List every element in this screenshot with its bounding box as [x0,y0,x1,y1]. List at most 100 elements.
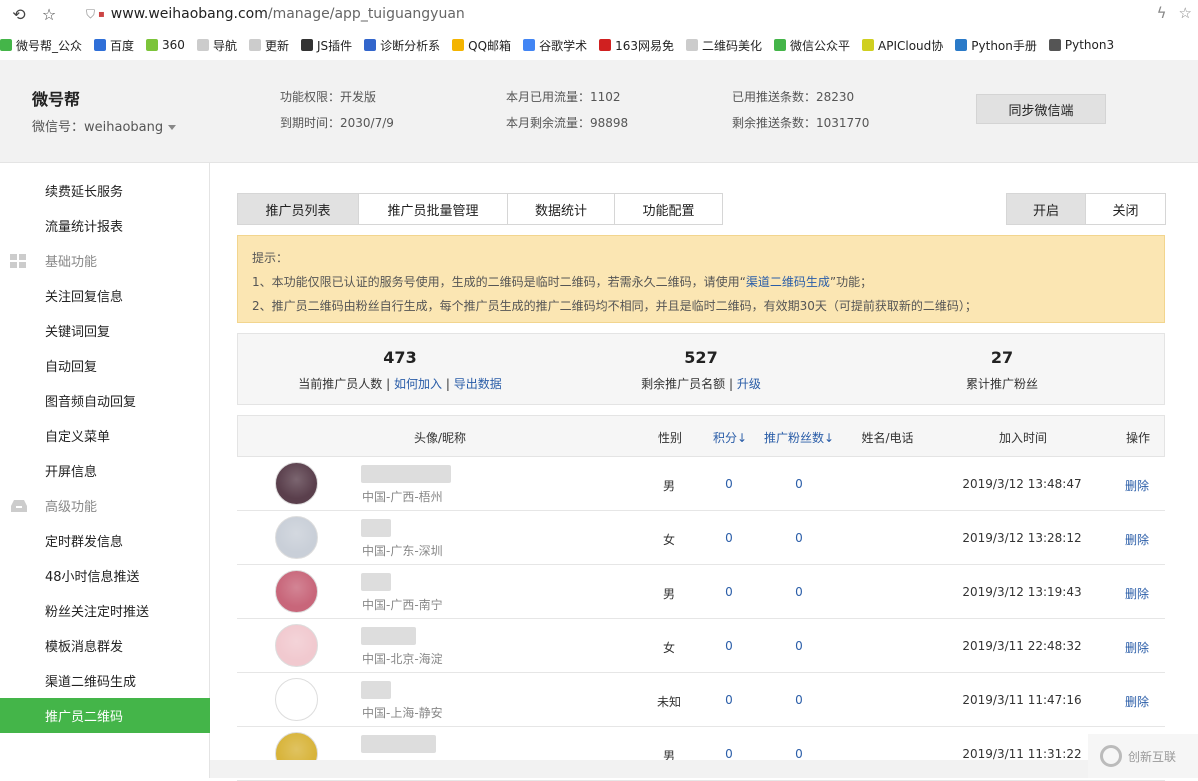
region-text: 中国-上海-静安 [362,706,443,720]
gender-cell: 男 [662,479,675,493]
back-icon[interactable]: ⟲ [8,3,30,25]
bookmark-label: Python手册 [971,38,1037,53]
page-icon: ▪ [98,8,105,20]
bookmark-label: 二维码美化 [701,38,762,53]
bookmark-item[interactable]: Python3 [1048,38,1114,52]
bookmark-label: QQ邮箱 [468,38,512,53]
sidebar-item-label: 粉丝关注定时推送 [45,605,150,620]
separator: | [445,377,450,391]
points-cell: 0 [725,747,733,761]
bookmark-label: 更新 [264,38,289,53]
sidebar-group-header: 基础功能 [0,243,210,278]
bookmark-item[interactable]: JS插件 [300,37,352,54]
bookmark-favicon-icon [955,39,968,51]
bookmark-item[interactable]: QQ邮箱 [452,37,511,54]
fans-cell: 0 [795,477,803,491]
channel-qrcode-link[interactable]: 渠道二维码生成 [746,275,830,289]
bookmark-favicon-icon [0,39,12,51]
sidebar-item[interactable]: 定时群发信息 [0,523,210,558]
col-avatar-nickname: 头像/昵称 [413,431,467,445]
disable-button[interactable]: 关闭 [1086,194,1165,224]
bookmark-label: 163网易免 [615,38,674,53]
bookmark-item[interactable]: Python手册 [955,37,1037,54]
bookmark-star-icon[interactable]: ☆ [1179,4,1192,22]
push-used-info: 已用推送条数：28230 [732,90,855,104]
bookmarks-bar: 微号帮_公众 百度 360 导航 更新 JS插件 诊断分析系 QQ邮箱 谷歌学术 163网易免 二维… [0,32,1198,58]
points-cell: 0 [725,639,733,653]
sidebar-item[interactable]: 自定义菜单 [0,418,210,453]
chevron-down-icon [168,125,177,130]
total-fans-label: 累计推广粉丝 [965,377,1038,391]
sidebar-item[interactable]: 流量统计报表 [0,208,210,243]
tab-promoter-list[interactable]: 推广员列表 [238,194,359,224]
enable-button[interactable]: 开启 [1007,194,1086,224]
tab-batch-manage[interactable]: 推广员批量管理 [359,194,508,224]
bookmark-label: 360 [162,38,185,52]
bookmark-item[interactable]: 更新 [248,37,289,54]
avatar [275,570,318,613]
sidebar-item[interactable]: 关注回复信息 [0,278,210,313]
bookmark-item[interactable]: 谷歌学术 [523,37,587,54]
bookmark-label: 百度 [110,38,135,53]
delete-button[interactable]: 删除 [1125,693,1149,710]
sort-points-header[interactable]: 积分↓ [708,429,752,446]
table-row: 中国-上海-静安 未知 0 0 2019/3/11 11:47:16 删除 [237,673,1165,727]
sidebar-item[interactable]: 粉丝关注定时推送 [0,593,210,628]
feature-switch: 开启 关闭 [1006,193,1166,225]
bookmark-item[interactable]: 导航 [196,37,237,54]
export-data-link[interactable]: 导出数据 [454,377,502,391]
bookmark-item[interactable]: 百度 [94,37,134,54]
sidebar-item-label: 自动回复 [45,360,98,375]
fans-cell: 0 [795,747,803,761]
tab-statistics[interactable]: 数据统计 [508,194,615,224]
bookmark-item[interactable]: 二维码美化 [685,37,762,54]
logo-icon [1100,745,1122,767]
sidebar-item[interactable]: 自动回复 [0,348,210,383]
sidebar-item-label: 定时群发信息 [45,535,124,550]
how-to-join-link[interactable]: 如何加入 [394,377,442,391]
bookmark-item[interactable]: APICloud协 [862,37,943,54]
sync-wechat-button[interactable]: 同步微信端 [976,94,1106,124]
notice-box: 提示： 1、本功能仅限已认证的服务号使用，生成的二维码是临时二维码，若需永久二维… [237,235,1165,323]
sidebar-item[interactable]: 渠道二维码生成 [0,663,210,698]
sidebar-item[interactable]: 开屏信息 [0,453,210,488]
delete-button[interactable]: 删除 [1125,585,1149,602]
upgrade-link[interactable]: 升级 [737,377,761,391]
sidebar-item[interactable]: 推广员二维码 [0,698,210,733]
bookmark-item[interactable]: 360 [146,38,185,52]
sort-fans-header[interactable]: 推广粉丝数↓ [758,429,840,446]
bookmark-item[interactable]: 诊断分析系 [364,37,440,54]
bookmark-label: 微号帮_公众 [16,38,83,53]
fans-cell: 0 [795,585,803,599]
tab-config[interactable]: 功能配置 [615,194,722,224]
sidebar-item[interactable]: 图音频自动回复 [0,383,210,418]
bookmark-item[interactable]: 163网易免 [599,37,674,54]
sidebar-item[interactable]: 关键词回复 [0,313,210,348]
delete-button[interactable]: 删除 [1125,639,1149,656]
bookmark-favicon-icon [94,39,107,51]
sidebar-item[interactable]: 续费延长服务 [0,173,210,208]
bookmark-item[interactable]: 微号帮_公众 [0,37,82,54]
address-bar[interactable]: ⛉ ▪ www.weihaobang.com/manage/app_tuigua… [86,6,465,22]
bookmark-item[interactable]: 微信公众平 [774,37,850,54]
shield-icon: ⛉ [86,6,96,21]
sidebar-item-label: 关键词回复 [45,325,111,340]
sidebar-item[interactable]: 模板消息群发 [0,628,210,663]
account-switcher[interactable]: 微信号：weihaobang [32,116,177,135]
delete-button[interactable]: 删除 [1125,531,1149,548]
nickname-blurred [361,735,436,753]
lightning-icon[interactable]: ϟ [1157,4,1167,22]
gender-cell: 女 [662,641,675,655]
star-icon[interactable]: ☆ [38,3,60,25]
gender-cell: 未知 [656,695,681,709]
delete-button[interactable]: 删除 [1125,477,1149,494]
total-fans-count: 27 [990,348,1014,367]
brand-title: 微号帮 [32,90,81,109]
bookmark-label: 诊断分析系 [380,38,441,53]
bookmark-favicon-icon [599,39,612,51]
table-row: 中国-广西-南宁 男 0 0 2019/3/12 13:19:43 删除 [237,565,1165,619]
notice-line-1-tail: ”功能； [829,275,873,289]
col-action: 操作 [1125,431,1150,445]
points-cell: 0 [725,585,733,599]
sidebar-item[interactable]: 48小时信息推送 [0,558,210,593]
